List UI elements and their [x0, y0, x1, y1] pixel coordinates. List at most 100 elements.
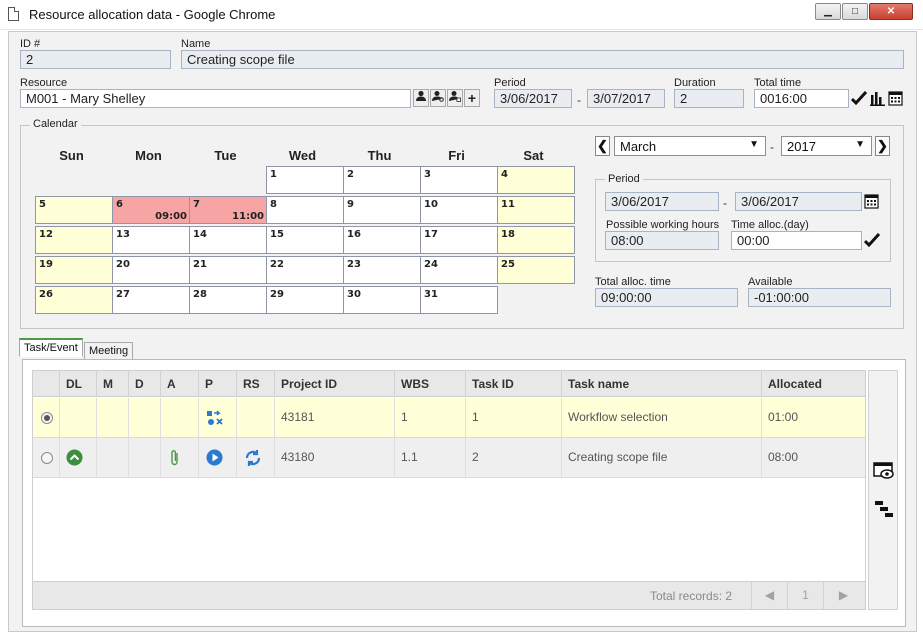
- prev-page-button[interactable]: ◀: [751, 582, 787, 609]
- calendar-day-allocation: 11:00: [232, 211, 264, 222]
- table-row[interactable]: 43181 1 1 Workflow selection 01:00: [33, 398, 865, 438]
- calendar-day[interactable]: 20: [112, 256, 190, 284]
- column-header-task-id[interactable]: Task ID: [465, 371, 561, 397]
- calendar-day[interactable]: 29: [266, 286, 344, 314]
- calendar-day-number: 15: [270, 229, 284, 240]
- play-icon[interactable]: [206, 449, 223, 469]
- user-edit-icon[interactable]: [447, 89, 463, 107]
- prev-month-button[interactable]: ❮: [595, 136, 610, 156]
- day-header-mon: Mon: [135, 148, 162, 163]
- column-header-wbs[interactable]: WBS: [394, 371, 465, 397]
- gantt-icon[interactable]: [874, 499, 894, 522]
- calendar-day[interactable]: 17: [420, 226, 498, 254]
- column-header-m[interactable]: M: [96, 371, 128, 397]
- next-month-button[interactable]: ❯: [875, 136, 890, 156]
- calendar-day[interactable]: 19: [35, 256, 113, 284]
- calendar-day[interactable]: 26: [35, 286, 113, 314]
- month-year-dash: -: [770, 140, 774, 154]
- confirm-check-icon[interactable]: [863, 232, 881, 251]
- year-select[interactable]: 2017 ▼: [781, 136, 872, 156]
- available-field[interactable]: -01:00:00: [748, 288, 891, 307]
- column-header-a[interactable]: A: [160, 371, 198, 397]
- view-icon[interactable]: [873, 462, 895, 483]
- calendar-day-number: 28: [193, 289, 207, 300]
- calendar-day[interactable]: 28: [189, 286, 267, 314]
- cal-period-end-field[interactable]: 3/06/2017: [735, 192, 862, 211]
- calendar-day[interactable]: 4: [497, 166, 575, 194]
- calendar-day[interactable]: 18: [497, 226, 575, 254]
- calendar-day[interactable]: 24: [420, 256, 498, 284]
- month-select[interactable]: March ▼: [614, 136, 766, 156]
- column-header-d[interactable]: D: [128, 371, 160, 397]
- row-select-radio[interactable]: [41, 452, 53, 464]
- calendar-day[interactable]: 30: [343, 286, 421, 314]
- period-start-field[interactable]: 3/06/2017: [494, 89, 572, 108]
- resource-field[interactable]: M001 - Mary Shelley: [20, 89, 411, 108]
- calendar-day[interactable]: 13: [112, 226, 190, 254]
- duration-field[interactable]: 2: [674, 89, 744, 108]
- tab-meeting[interactable]: Meeting: [84, 342, 134, 360]
- total-time-field[interactable]: 0016:00: [754, 89, 849, 108]
- column-header-task-name[interactable]: Task name: [561, 371, 761, 397]
- column-header-allocated[interactable]: Allocated: [761, 371, 865, 397]
- refresh-icon[interactable]: [244, 449, 262, 470]
- bar-chart-icon[interactable]: [870, 91, 885, 109]
- id-field[interactable]: 2: [20, 50, 171, 69]
- possible-hours-field[interactable]: 08:00: [605, 231, 719, 250]
- calendar-day-number: 18: [501, 229, 515, 240]
- time-alloc-field[interactable]: 00:00: [731, 231, 862, 250]
- tab-task-event[interactable]: Task/Event: [19, 338, 83, 357]
- calendar-day[interactable]: 22: [266, 256, 344, 284]
- close-button[interactable]: ✕: [869, 3, 913, 20]
- calendar-day[interactable]: 10: [420, 196, 498, 224]
- calendar-day[interactable]: 6 09:00: [112, 196, 190, 224]
- column-header-project-id[interactable]: Project ID: [274, 371, 394, 397]
- cell-project-id: 43180: [274, 438, 394, 477]
- calendar-day[interactable]: 2: [343, 166, 421, 194]
- calendar-icon[interactable]: [864, 193, 879, 212]
- period-end-field[interactable]: 3/07/2017: [587, 89, 665, 108]
- calendar-day[interactable]: 12: [35, 226, 113, 254]
- calendar-day[interactable]: 27: [112, 286, 190, 314]
- calendar-day[interactable]: 31: [420, 286, 498, 314]
- calendar-day[interactable]: 5: [35, 196, 113, 224]
- row-select-radio[interactable]: [41, 412, 53, 424]
- next-page-button[interactable]: ▶: [823, 582, 863, 609]
- column-header-p[interactable]: P: [198, 371, 236, 397]
- column-header-dl[interactable]: DL: [59, 371, 96, 397]
- maximize-button[interactable]: □: [842, 3, 868, 20]
- day-header-thu: Thu: [367, 148, 392, 163]
- cal-period-start-field[interactable]: 3/06/2017: [605, 192, 719, 211]
- calendar-day[interactable]: 1: [266, 166, 344, 194]
- user-icon[interactable]: [413, 89, 429, 107]
- calendar-day[interactable]: 3: [420, 166, 498, 194]
- calendar-day-allocation: 09:00: [155, 211, 187, 222]
- page-number[interactable]: 1: [787, 582, 823, 609]
- id-label: ID #: [20, 38, 41, 50]
- confirm-check-icon[interactable]: [850, 90, 868, 109]
- calendar-day[interactable]: 25: [497, 256, 575, 284]
- calendar-day[interactable]: 9: [343, 196, 421, 224]
- add-icon[interactable]: +: [464, 89, 480, 107]
- calendar-day[interactable]: 23: [343, 256, 421, 284]
- period-label: Period: [494, 77, 526, 89]
- minimize-button[interactable]: ▁: [815, 3, 841, 20]
- attachment-icon[interactable]: [169, 449, 181, 470]
- calendar-day[interactable]: 8: [266, 196, 344, 224]
- calendar-day[interactable]: 14: [189, 226, 267, 254]
- calendar-day[interactable]: 16: [343, 226, 421, 254]
- workflow-icon[interactable]: [206, 409, 224, 430]
- table-row[interactable]: 43180 1.1 2 Creating scope file 08:00: [33, 438, 865, 478]
- calendar-day[interactable]: 11: [497, 196, 575, 224]
- calendar-day[interactable]: 15: [266, 226, 344, 254]
- calendar-day[interactable]: 21: [189, 256, 267, 284]
- column-header-rs[interactable]: RS: [236, 371, 274, 397]
- calendar-day-number: 9: [347, 199, 354, 210]
- total-alloc-field[interactable]: 09:00:00: [595, 288, 738, 307]
- calendar-day[interactable]: 7 11:00: [189, 196, 267, 224]
- calendar-day-number: 1: [270, 169, 277, 180]
- chevron-down-icon: ▼: [749, 139, 759, 150]
- name-field[interactable]: Creating scope file: [181, 50, 904, 69]
- user-search-icon[interactable]: [430, 89, 446, 107]
- calendar-icon[interactable]: [888, 90, 903, 109]
